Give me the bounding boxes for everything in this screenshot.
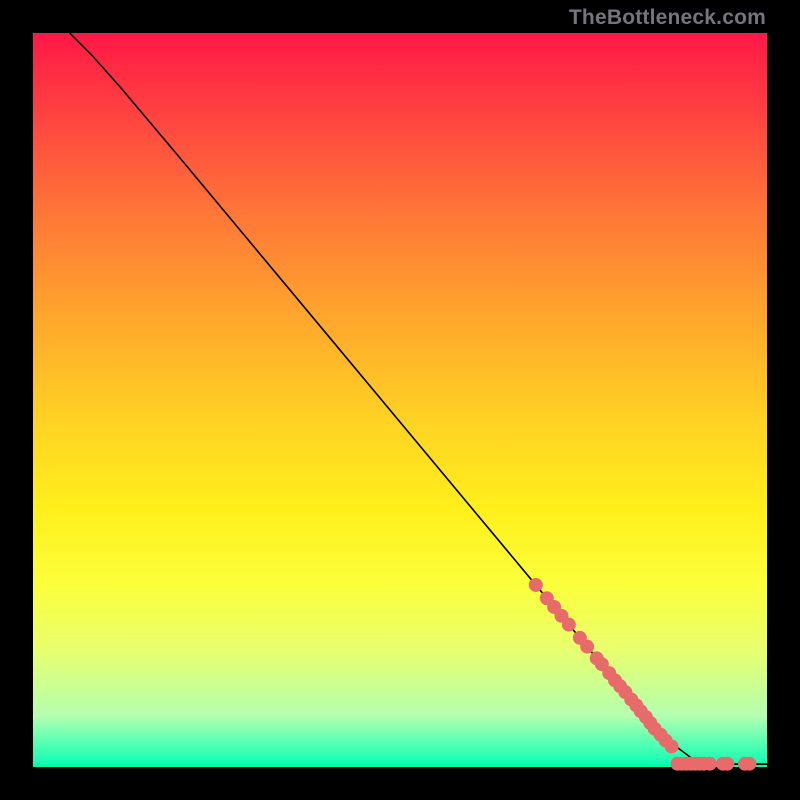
data-marker <box>720 757 734 771</box>
data-marker <box>580 640 594 654</box>
data-marker <box>703 757 717 771</box>
curve-markers-group <box>529 578 679 753</box>
data-marker <box>742 757 756 771</box>
plot-overlay <box>33 33 767 767</box>
chart-container: TheBottleneck.com <box>0 0 800 800</box>
attribution-watermark: TheBottleneck.com <box>569 6 766 30</box>
data-marker <box>562 618 576 632</box>
data-marker <box>529 578 543 592</box>
bottom-markers-group <box>670 757 756 771</box>
data-marker <box>665 739 679 753</box>
main-curve-line <box>70 33 767 764</box>
